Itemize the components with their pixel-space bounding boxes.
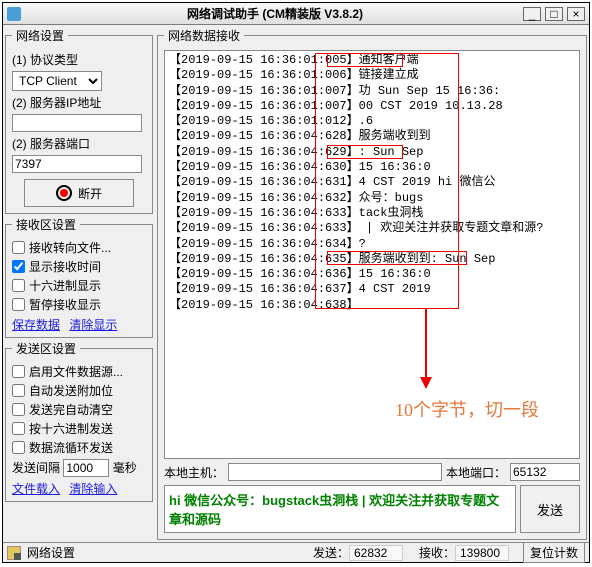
auto-clear-checkbox[interactable]: 发送完自动清空 — [12, 401, 146, 418]
tx-count-label: 发送： — [313, 546, 349, 560]
log-line: 【2019-09-15 16:36:04:632】众号：bugs — [169, 191, 575, 206]
hex-display-checkbox[interactable]: 十六进制显示 — [12, 277, 146, 294]
server-ip-input[interactable] — [12, 114, 142, 132]
clear-input-link[interactable]: 清除输入 — [69, 482, 117, 496]
window-title: 网络调试助手 (CM精装版 V3.8.2) — [27, 5, 523, 22]
tx-count-value: 62832 — [349, 545, 403, 561]
client-area: 网络设置 (1) 协议类型 TCP Client (2) 服务器IP地址 (2)… — [3, 25, 589, 542]
protocol-select[interactable]: TCP Client — [12, 71, 102, 91]
log-line: 【2019-09-15 16:36:04:633】 | 欢迎关注并获取专题文章和… — [169, 221, 575, 236]
log-line: 【2019-09-15 16:36:01:007】00 CST 2019 10.… — [169, 99, 575, 114]
minimize-button[interactable]: _ — [523, 7, 541, 21]
ip-label: (2) 服务器IP地址 — [12, 94, 146, 111]
log-line: 【2019-09-15 16:36:04:628】服务端收到到 — [169, 129, 575, 144]
send-settings-group: 发送区设置 启用文件数据源... 自动发送附加位 发送完自动清空 按十六进制发送… — [5, 340, 153, 502]
annotation-text: 10个字节，切一段 — [395, 396, 539, 422]
log-line: 【2019-09-15 16:36:04:631】4 CST 2019 hi 微… — [169, 175, 575, 190]
net-group-title: 网络设置 — [12, 27, 68, 44]
show-time-checkbox[interactable]: 显示接收时间 — [12, 258, 146, 275]
interval-input[interactable] — [63, 459, 109, 477]
right-pane: 网络数据接收 【2019-09-15 16:36:01:005】通知客户端【20… — [155, 25, 589, 542]
log-line: 【2019-09-15 16:36:04:637】4 CST 2019 — [169, 282, 575, 297]
server-port-input[interactable] — [12, 155, 142, 173]
send-textarea[interactable] — [164, 485, 516, 533]
recv-group-title: 网络数据接收 — [164, 27, 244, 44]
left-pane: 网络设置 (1) 协议类型 TCP Client (2) 服务器IP地址 (2)… — [3, 25, 155, 542]
rx-to-file-checkbox[interactable]: 接收转向文件... — [12, 239, 146, 256]
local-port-field[interactable] — [510, 463, 580, 481]
log-line: 【2019-09-15 16:36:01:005】通知客户端 — [169, 53, 575, 68]
loop-send-checkbox[interactable]: 数据流循环发送 — [12, 439, 146, 456]
log-line: 【2019-09-15 16:36:04:635】服务端收到到: Sun Sep — [169, 252, 575, 267]
network-settings-group: 网络设置 (1) 协议类型 TCP Client (2) 服务器IP地址 (2)… — [5, 27, 153, 214]
save-data-link[interactable]: 保存数据 — [12, 318, 60, 332]
status-bar: 网络设置 发送：62832 接收：139800 复位计数 — [3, 542, 589, 562]
local-port-label: 本地端口： — [446, 464, 506, 481]
receive-data-group: 网络数据接收 【2019-09-15 16:36:01:005】通知客户端【20… — [157, 27, 587, 540]
log-line: 【2019-09-15 16:36:04:633】tack虫洞栈 — [169, 206, 575, 221]
rx-count-value: 139800 — [455, 545, 509, 561]
maximize-button[interactable]: □ — [545, 7, 563, 21]
proto-label: (1) 协议类型 — [12, 51, 146, 68]
log-line: 【2019-09-15 16:36:04:629】: Sun Sep — [169, 145, 575, 160]
annotation-arrow-head — [420, 377, 432, 389]
auto-append-checkbox[interactable]: 自动发送附加位 — [12, 382, 146, 399]
receive-settings-group: 接收区设置 接收转向文件... 显示接收时间 十六进制显示 暂停接收显示 保存数… — [5, 216, 153, 338]
interval-label: 发送间隔 — [12, 461, 60, 475]
rx-count-label: 接收： — [419, 546, 455, 560]
receive-textarea[interactable]: 【2019-09-15 16:36:01:005】通知客户端【2019-09-1… — [164, 50, 580, 459]
log-line: 【2019-09-15 16:36:04:634】? — [169, 237, 575, 252]
record-icon — [56, 185, 72, 201]
annotation-arrow — [425, 309, 427, 379]
status-label: 网络设置 — [27, 544, 75, 561]
disconnect-button[interactable]: 断开 — [24, 179, 134, 207]
interval-unit: 毫秒 — [113, 461, 137, 475]
log-line: 【2019-09-15 16:36:04:636】15 16:36:0 — [169, 267, 575, 282]
pause-display-checkbox[interactable]: 暂停接收显示 — [12, 296, 146, 313]
status-icon — [7, 546, 21, 560]
log-line: 【2019-09-15 16:36:01:007】功 Sun Sep 15 16… — [169, 84, 575, 99]
local-host-field[interactable] — [228, 463, 442, 481]
log-line: 【2019-09-15 16:36:01:012】.6 — [169, 114, 575, 129]
load-file-link[interactable]: 文件载入 — [12, 482, 60, 496]
file-source-checkbox[interactable]: 启用文件数据源... — [12, 363, 146, 380]
clear-display-link[interactable]: 清除显示 — [69, 318, 117, 332]
disconnect-label: 断开 — [78, 185, 102, 202]
app-window: 网络调试助手 (CM精装版 V3.8.2) _ □ × 网络设置 (1) 协议类… — [2, 2, 590, 563]
hex-send-checkbox[interactable]: 按十六进制发送 — [12, 420, 146, 437]
log-line: 【2019-09-15 16:36:04:630】15 16:36:0 — [169, 160, 575, 175]
rx-group-title: 接收区设置 — [12, 216, 80, 233]
close-button[interactable]: × — [567, 7, 585, 21]
port-label: (2) 服务器端口 — [12, 135, 146, 152]
titlebar[interactable]: 网络调试助手 (CM精装版 V3.8.2) _ □ × — [3, 3, 589, 25]
local-host-label: 本地主机： — [164, 464, 224, 481]
reset-count-button[interactable]: 复位计数 — [523, 542, 585, 563]
send-button[interactable]: 发送 — [520, 485, 580, 533]
tx-group-title: 发送区设置 — [12, 340, 80, 357]
log-line: 【2019-09-15 16:36:04:638】 — [169, 298, 575, 313]
log-line: 【2019-09-15 16:36:01:006】链接建立成 — [169, 68, 575, 83]
app-icon — [7, 7, 21, 21]
